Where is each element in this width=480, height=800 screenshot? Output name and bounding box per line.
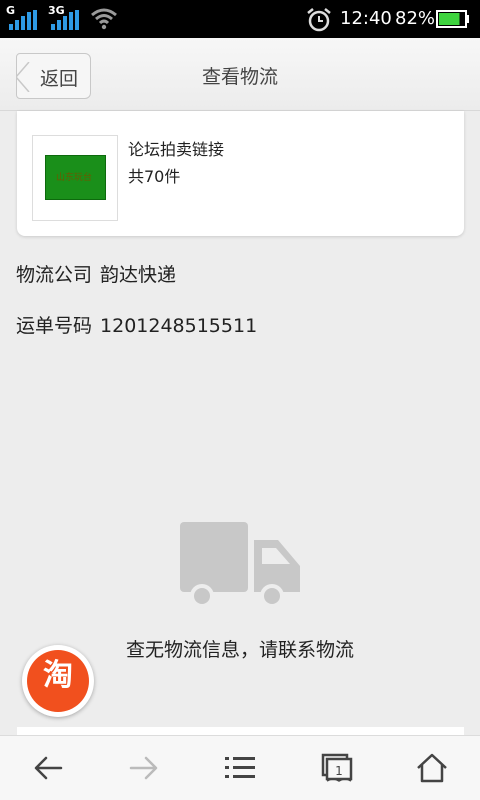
signal-icon — [9, 10, 37, 30]
tracking-number-row: 运单号码 1201248515511 — [16, 311, 257, 338]
logistics-company-value: 韵达快递 — [100, 264, 177, 286]
signal-icon — [51, 10, 79, 30]
product-thumbnail: 山东玩台 — [32, 135, 118, 221]
page-title: 查看物流 — [201, 66, 278, 88]
nav-back-button[interactable] — [0, 736, 96, 800]
thumbnail-text: 山东玩台 — [56, 173, 93, 183]
product-count: 共70件 — [128, 167, 181, 186]
product-image: 山东玩台 — [45, 155, 106, 200]
alarm-icon — [307, 8, 331, 32]
menu-icon — [225, 757, 255, 778]
product-card[interactable]: 山东玩台 论坛拍卖链接 共70件 — [17, 111, 464, 236]
logistics-company-label: 物流公司 — [16, 264, 93, 286]
battery-icon — [436, 10, 469, 28]
nav-home-button[interactable] — [384, 736, 480, 800]
bottom-nav: 1 — [0, 735, 480, 800]
status-bar: G 3G 12:40 82% — [0, 0, 480, 38]
svg-text:1: 1 — [335, 764, 343, 778]
home-icon — [417, 753, 447, 783]
tracking-number-label: 运单号码 — [16, 315, 93, 337]
wifi-icon — [91, 8, 117, 30]
tracking-number-value: 1201248515511 — [100, 315, 258, 337]
truck-icon — [180, 522, 300, 608]
content-bottom-edge — [17, 727, 464, 735]
nav-menu-button[interactable] — [192, 736, 288, 800]
nav-windows-button[interactable]: 1 — [288, 736, 384, 800]
title-bar: 返回 查看物流 — [0, 38, 480, 111]
battery-percent: 82% — [395, 8, 436, 29]
taobao-icon: 淘 — [27, 650, 89, 712]
product-name: 论坛拍卖链接 — [128, 140, 225, 159]
taobao-button[interactable]: 淘 — [22, 645, 94, 717]
back-icon — [34, 756, 63, 780]
windows-icon: 1 — [321, 753, 353, 782]
clock: 12:40 — [340, 8, 392, 29]
logistics-company-row: 物流公司 韵达快递 — [16, 260, 176, 287]
forward-icon — [129, 756, 158, 780]
nav-forward-button[interactable] — [96, 736, 192, 800]
